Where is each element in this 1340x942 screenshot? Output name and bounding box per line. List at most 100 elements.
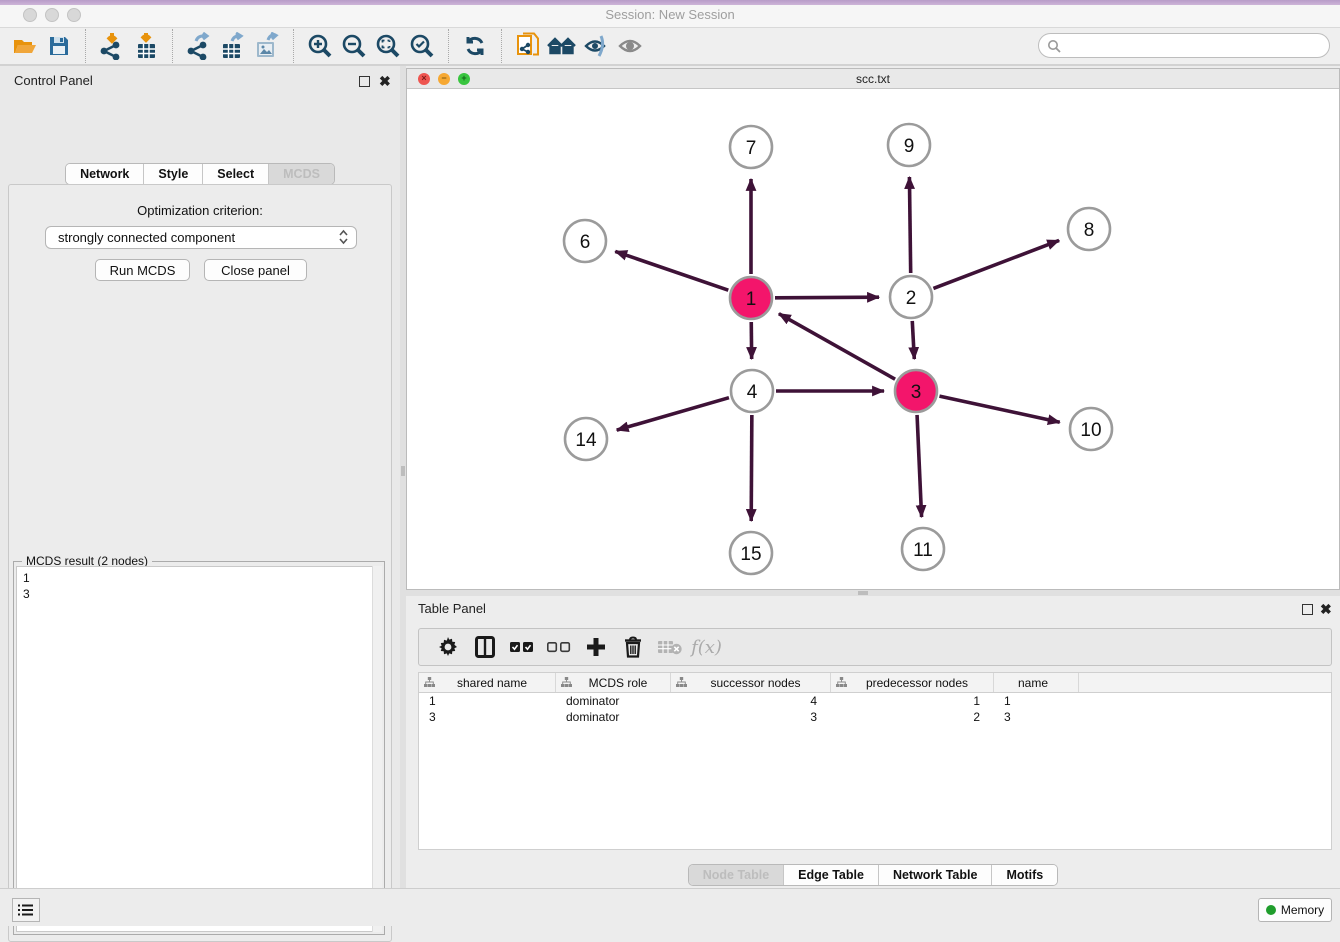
svg-text:14: 14 — [575, 430, 597, 451]
close-table-panel-icon[interactable]: ✖ — [1320, 601, 1332, 619]
edge-2-3[interactable] — [912, 321, 914, 359]
tab-edge-table[interactable]: Edge Table — [783, 865, 878, 885]
node-6[interactable]: 6 — [564, 220, 606, 262]
table-row[interactable]: 3dominator323 — [419, 709, 1331, 725]
task-history-button[interactable] — [12, 898, 40, 922]
node-10[interactable]: 10 — [1070, 408, 1112, 450]
delete-column-icon[interactable] — [614, 632, 651, 662]
svg-text:15: 15 — [740, 544, 761, 565]
zoom-out-icon[interactable] — [337, 30, 371, 62]
node-8[interactable]: 8 — [1068, 208, 1110, 250]
edge-4-14[interactable] — [617, 398, 729, 430]
zoom-fit-icon[interactable] — [371, 30, 405, 62]
close-panel-button[interactable]: Close panel — [204, 259, 307, 281]
node-2[interactable]: 2 — [890, 276, 932, 318]
select-stepper-icon — [339, 229, 348, 245]
edge-3-11[interactable] — [917, 415, 922, 517]
import-table-icon[interactable] — [129, 30, 163, 62]
export-table-icon[interactable] — [216, 30, 250, 62]
column-header-predecessor-nodes[interactable]: predecessor nodes — [831, 673, 994, 692]
mcds-result-line: 3 — [23, 586, 375, 602]
network-window-titlebar: × − + scc.txt — [407, 69, 1339, 89]
optimization-criterion-label: Optimization criterion: — [9, 203, 391, 218]
hide-selected-icon[interactable] — [579, 30, 613, 62]
optimization-criterion-select[interactable]: strongly connected component — [45, 226, 357, 249]
open-file-icon[interactable] — [8, 30, 42, 62]
table-row[interactable]: 1dominator411 — [419, 693, 1331, 709]
network-view-window: × − + scc.txt 7 9 6 8 1 2 4 3 14 10 15 11 — [406, 68, 1340, 590]
node-3[interactable]: 3 — [895, 370, 937, 412]
tab-network[interactable]: Network — [66, 164, 143, 184]
status-bar: Memory — [0, 888, 1340, 926]
float-panel-icon[interactable] — [359, 74, 370, 92]
tab-node-table[interactable]: Node Table — [689, 865, 783, 885]
edge-4-15[interactable] — [751, 415, 752, 521]
node-table[interactable]: shared nameMCDS rolesuccessor nodesprede… — [418, 672, 1332, 850]
table-toolbar: f(x) — [418, 628, 1332, 666]
node-1[interactable]: 1 — [730, 277, 772, 319]
column-header-successor-nodes[interactable]: successor nodes — [671, 673, 831, 692]
select-all-icon[interactable] — [503, 632, 540, 662]
main-toolbar — [0, 28, 1340, 66]
edge-1-6[interactable] — [615, 251, 728, 290]
edge-2-9[interactable] — [909, 177, 910, 273]
home-icon[interactable] — [545, 30, 579, 62]
zoom-selected-icon[interactable] — [405, 30, 439, 62]
float-table-panel-icon[interactable] — [1302, 602, 1313, 620]
memory-button[interactable]: Memory — [1258, 898, 1332, 922]
svg-text:7: 7 — [746, 138, 757, 159]
edge-2-8[interactable] — [933, 240, 1059, 288]
add-column-icon[interactable] — [577, 632, 614, 662]
deselect-all-icon[interactable] — [540, 632, 577, 662]
node-11[interactable]: 11 — [902, 528, 944, 570]
svg-text:1: 1 — [746, 289, 757, 310]
node-table-header: shared nameMCDS rolesuccessor nodesprede… — [419, 673, 1331, 693]
clone-network-icon[interactable] — [511, 30, 545, 62]
mcds-result-group: MCDS result (2 nodes) 13 — [13, 561, 385, 935]
tab-motifs[interactable]: Motifs — [991, 865, 1057, 885]
edge-1-2[interactable] — [775, 297, 879, 298]
tab-select[interactable]: Select — [202, 164, 268, 184]
tab-mcds[interactable]: MCDS — [268, 164, 334, 184]
column-view-icon[interactable] — [466, 632, 503, 662]
node-14[interactable]: 14 — [565, 418, 607, 460]
toolbar-separator — [85, 29, 86, 63]
tab-network-table[interactable]: Network Table — [878, 865, 992, 885]
table-cell: 1 — [994, 693, 1079, 709]
export-image-icon[interactable] — [250, 30, 284, 62]
zoom-in-icon[interactable] — [303, 30, 337, 62]
svg-text:6: 6 — [580, 232, 591, 253]
node-4[interactable]: 4 — [731, 370, 773, 412]
table-panel-title: Table Panel — [418, 601, 486, 616]
close-panel-icon[interactable]: ✖ — [379, 73, 391, 91]
export-network-icon[interactable] — [182, 30, 216, 62]
column-header-MCDS-role[interactable]: MCDS role — [556, 673, 671, 692]
node-9[interactable]: 9 — [888, 124, 930, 166]
table-cell: 1 — [831, 693, 994, 709]
node-7[interactable]: 7 — [730, 126, 772, 168]
import-network-icon[interactable] — [95, 30, 129, 62]
mcds-result-scrollbar[interactable] — [372, 566, 382, 932]
settings-gear-icon[interactable] — [429, 632, 466, 662]
network-canvas[interactable]: 7 9 6 8 1 2 4 3 14 10 15 11 — [407, 89, 1339, 589]
toolbar-separator — [293, 29, 294, 63]
column-header-name[interactable]: name — [994, 673, 1079, 692]
table-cell: 3 — [994, 709, 1079, 725]
node-15[interactable]: 15 — [730, 532, 772, 574]
table-cell: 2 — [831, 709, 994, 725]
save-session-icon[interactable] — [42, 30, 76, 62]
delete-table-icon[interactable] — [651, 632, 688, 662]
search-input[interactable] — [1038, 33, 1330, 58]
edge-3-10[interactable] — [939, 396, 1059, 422]
mcds-result-text[interactable]: 13 — [16, 566, 382, 932]
function-builder-icon[interactable]: f(x) — [688, 632, 725, 662]
column-header-shared-name[interactable]: shared name — [419, 673, 556, 692]
run-mcds-button[interactable]: Run MCDS — [95, 259, 190, 281]
edge-3-1[interactable] — [779, 314, 895, 380]
app-titlebar: Session: New Session — [0, 0, 1340, 28]
refresh-icon[interactable] — [458, 30, 492, 62]
node-table-body: 1dominator4113dominator323 — [419, 693, 1331, 725]
tab-style[interactable]: Style — [143, 164, 202, 184]
optimization-criterion-value: strongly connected component — [58, 230, 235, 245]
show-eye-icon[interactable] — [613, 30, 647, 62]
